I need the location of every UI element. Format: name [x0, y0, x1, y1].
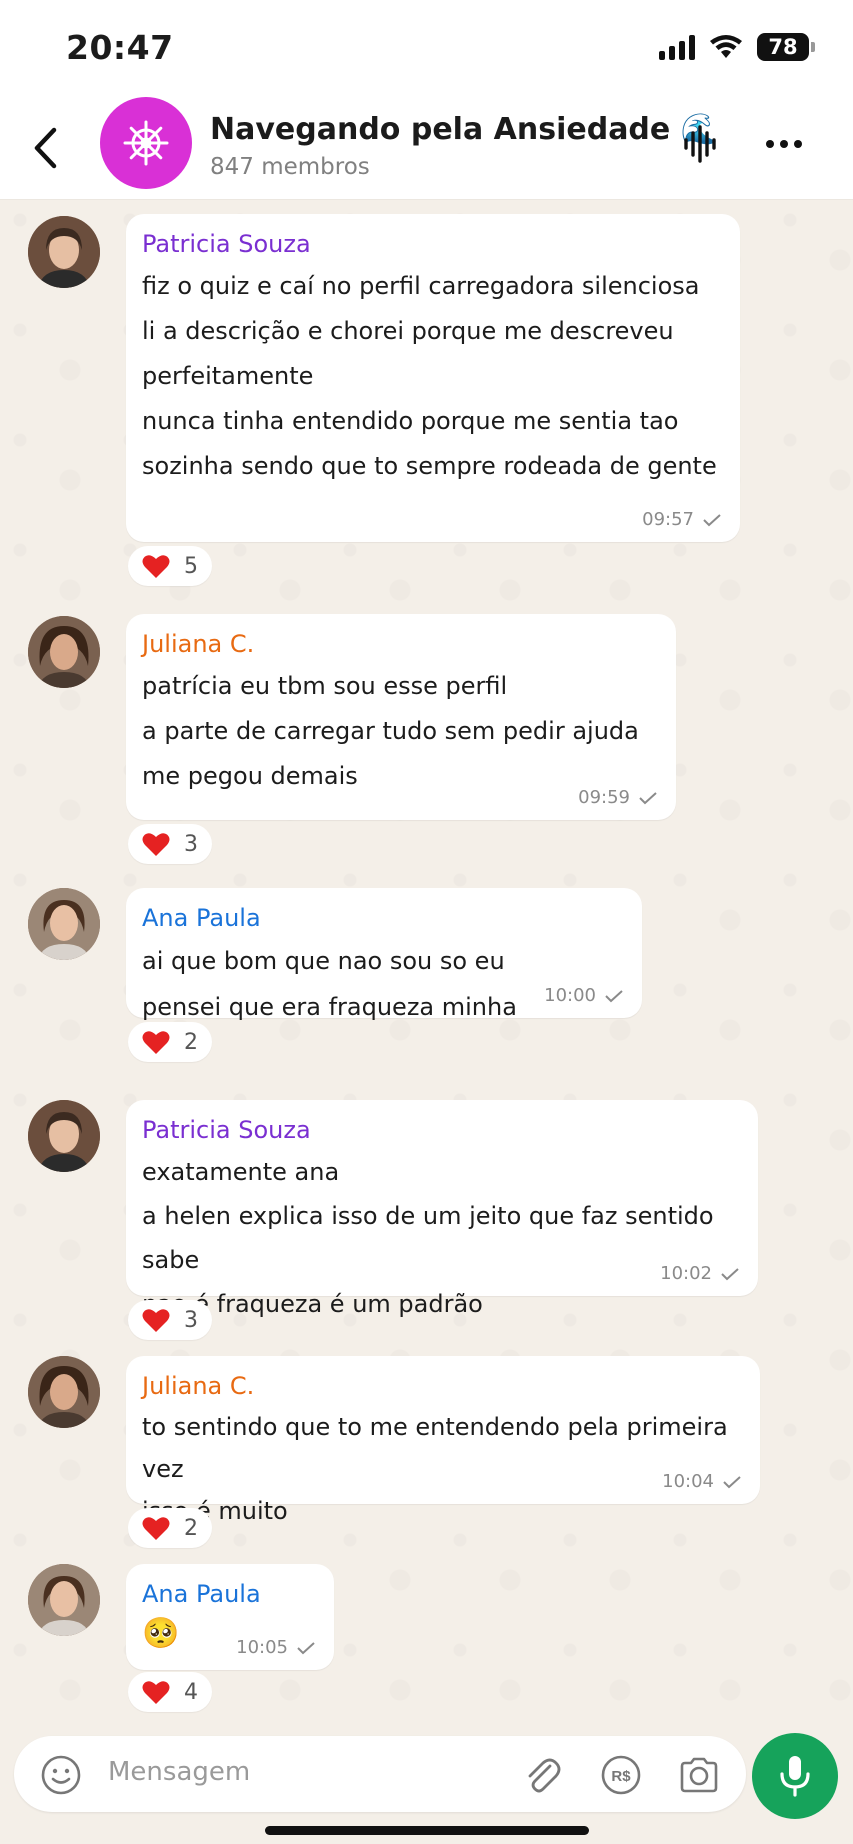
- message-text: ai que bom que nao sou so eu pensei que …: [142, 947, 517, 1021]
- wifi-icon: [710, 35, 742, 58]
- reaction-count: 4: [184, 1679, 198, 1705]
- check-icon: [605, 989, 623, 1002]
- message-meta: 10:02: [660, 1263, 740, 1284]
- more-options-button[interactable]: [760, 122, 808, 166]
- voice-chat-button[interactable]: [680, 122, 720, 166]
- sender-name[interactable]: Juliana C.: [142, 1372, 742, 1400]
- home-indicator: [265, 1826, 589, 1835]
- avatar[interactable]: [28, 888, 100, 960]
- reaction-count: 5: [184, 553, 198, 579]
- heart-icon: [142, 1031, 170, 1054]
- avatar[interactable]: [28, 1564, 100, 1636]
- message-meta: 10:04: [662, 1471, 742, 1492]
- message-meta: 10:00: [544, 985, 624, 1006]
- heart-icon: [142, 1309, 170, 1332]
- reaction-badge[interactable]: 3: [128, 824, 212, 864]
- group-avatar[interactable]: [100, 97, 192, 189]
- message-bubble[interactable]: Patricia Souza exatamente ana a helen ex…: [126, 1100, 758, 1318]
- chat-header: Navegando pela Ansiedade 🌊 847 membros: [0, 96, 853, 200]
- message-time: 09:59: [578, 787, 630, 808]
- message-bubble[interactable]: Ana Paula ai que bom que nao sou so eu p…: [126, 888, 642, 1021]
- audio-waveform-icon: [684, 125, 716, 163]
- message-bubble[interactable]: Juliana C. to sentindo que to me entende…: [126, 1356, 760, 1525]
- status-time: 20:47: [66, 28, 174, 67]
- message-list[interactable]: Patricia Souza fiz o quiz e caí no perfi…: [0, 200, 853, 1730]
- check-icon: [639, 791, 657, 804]
- svg-text:R$: R$: [611, 1768, 631, 1785]
- camera-icon[interactable]: [678, 1756, 720, 1794]
- message-bubble[interactable]: Ana Paula 🥺 10:05: [126, 1564, 334, 1670]
- avatar[interactable]: [28, 616, 100, 688]
- person-photo-icon: [28, 616, 100, 688]
- status-bar: 20:47 78: [0, 0, 853, 96]
- person-photo-icon: [28, 1356, 100, 1428]
- message-input[interactable]: Mensagem: [108, 1757, 250, 1787]
- person-photo-icon: [28, 888, 100, 960]
- message-meta: 09:57: [642, 509, 722, 530]
- message-bubble[interactable]: Patricia Souza fiz o quiz e caí no perfi…: [126, 214, 740, 542]
- ellipsis-icon: [766, 140, 802, 148]
- person-photo-icon: [28, 1100, 100, 1172]
- message-time: 10:00: [544, 985, 596, 1006]
- chevron-left-icon: [34, 127, 57, 169]
- sender-name[interactable]: Patricia Souza: [142, 1116, 740, 1144]
- message-text: patrícia eu tbm sou esse perfil a parte …: [142, 672, 639, 790]
- reaction-count: 3: [184, 831, 198, 857]
- paperclip-icon[interactable]: [522, 1754, 562, 1796]
- message-composer[interactable]: Mensagem R$: [14, 1736, 746, 1812]
- sender-name[interactable]: Ana Paula: [142, 1580, 316, 1608]
- message-time: 10:05: [236, 1637, 288, 1658]
- microphone-icon: [780, 1756, 810, 1797]
- avatar[interactable]: [28, 1356, 100, 1428]
- sender-name[interactable]: Ana Paula: [142, 904, 624, 932]
- check-icon: [297, 1641, 315, 1654]
- check-icon: [721, 1267, 739, 1280]
- battery-icon: 78: [757, 33, 815, 61]
- currency-real-icon[interactable]: R$: [600, 1754, 642, 1796]
- avatar[interactable]: [28, 216, 100, 288]
- avatar[interactable]: [28, 1100, 100, 1172]
- reaction-badge[interactable]: 2: [128, 1508, 212, 1548]
- reaction-count: 2: [184, 1515, 198, 1541]
- back-button[interactable]: [20, 118, 70, 178]
- heart-icon: [142, 555, 170, 578]
- check-icon: [703, 513, 721, 526]
- heart-icon: [142, 833, 170, 856]
- person-photo-icon: [28, 1564, 100, 1636]
- message-time: 10:02: [660, 1263, 712, 1284]
- reaction-badge[interactable]: 3: [128, 1300, 212, 1340]
- group-title[interactable]: Navegando pela Ansiedade 🌊: [210, 112, 718, 147]
- emoji-icon[interactable]: [40, 1754, 82, 1796]
- group-members-count: 847 membros: [210, 154, 370, 180]
- reaction-badge[interactable]: 5: [128, 546, 212, 586]
- signal-icon: [659, 34, 695, 60]
- reaction-count: 3: [184, 1307, 198, 1333]
- message-text: to sentindo que to me entendendo pela pr…: [142, 1413, 728, 1525]
- heart-icon: [142, 1517, 170, 1540]
- reaction-badge[interactable]: 2: [128, 1022, 212, 1062]
- heart-icon: [142, 1681, 170, 1704]
- voice-message-button[interactable]: [752, 1733, 838, 1819]
- check-icon: [723, 1475, 741, 1488]
- person-photo-icon: [28, 216, 100, 288]
- reaction-badge[interactable]: 4: [128, 1672, 212, 1712]
- sender-name[interactable]: Patricia Souza: [142, 230, 722, 258]
- message-time: 09:57: [642, 509, 694, 530]
- message-meta: 10:05: [236, 1637, 316, 1658]
- sender-name[interactable]: Juliana C.: [142, 630, 658, 658]
- message-meta: 09:59: [578, 787, 658, 808]
- ship-wheel-icon: [123, 120, 169, 166]
- reaction-count: 2: [184, 1029, 198, 1055]
- message-bubble[interactable]: Juliana C. patrícia eu tbm sou esse perf…: [126, 614, 676, 820]
- message-text: fiz o quiz e caí no perfil carregadora s…: [142, 272, 717, 480]
- status-icons: 78: [659, 30, 815, 64]
- message-time: 10:04: [662, 1471, 714, 1492]
- message-text: exatamente ana a helen explica isso de u…: [142, 1158, 714, 1318]
